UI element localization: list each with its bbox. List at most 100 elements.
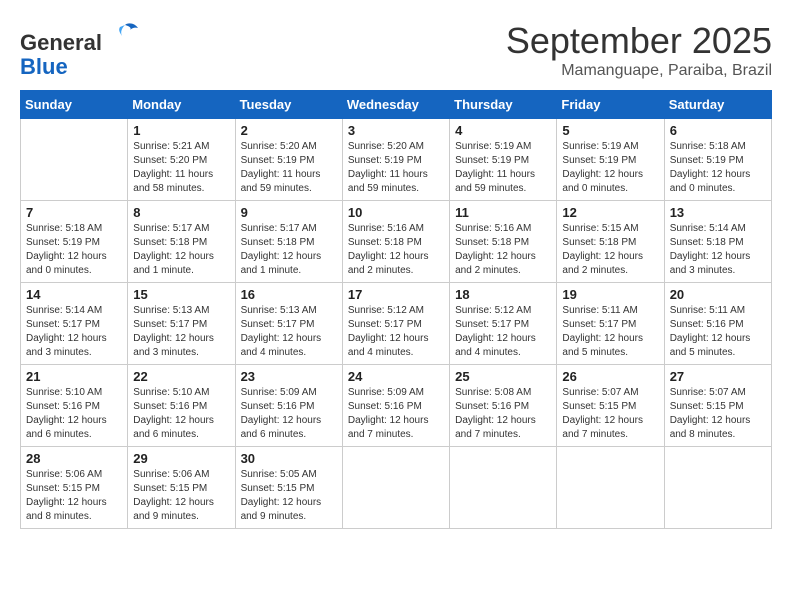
- logo-bird-icon: [110, 20, 140, 50]
- day-number: 11: [455, 205, 551, 220]
- calendar-week-4: 21 Sunrise: 5:10 AM Sunset: 5:16 PM Dayli…: [21, 365, 772, 447]
- day-number: 12: [562, 205, 658, 220]
- day-number: 19: [562, 287, 658, 302]
- day-number: 18: [455, 287, 551, 302]
- day-info: Sunrise: 5:07 AM Sunset: 5:15 PM Dayligh…: [670, 386, 766, 442]
- calendar-cell: 24 Sunrise: 5:09 AM Sunset: 5:16 PM Dayli…: [342, 365, 449, 447]
- calendar-cell: 11 Sunrise: 5:16 AM Sunset: 5:18 PM Dayli…: [450, 201, 557, 283]
- day-info: Sunrise: 5:21 AM Sunset: 5:20 PM Dayligh…: [133, 140, 229, 196]
- day-info: Sunrise: 5:20 AM Sunset: 5:19 PM Dayligh…: [348, 140, 444, 196]
- day-number: 6: [670, 123, 766, 138]
- day-number: 21: [26, 369, 122, 384]
- calendar-cell: 19 Sunrise: 5:11 AM Sunset: 5:17 PM Dayli…: [557, 283, 664, 365]
- day-number: 1: [133, 123, 229, 138]
- calendar-cell: 6Sunrise: 5:18 AM Sunset: 5:19 PM Daylig…: [664, 119, 771, 201]
- calendar-cell: 22 Sunrise: 5:10 AM Sunset: 5:16 PM Dayli…: [128, 365, 235, 447]
- day-info: Sunrise: 5:09 AM Sunset: 5:16 PM Dayligh…: [348, 386, 444, 442]
- calendar-cell: 30 Sunrise: 5:05 AM Sunset: 5:15 PM Dayli…: [235, 447, 342, 529]
- day-number: 9: [241, 205, 337, 220]
- calendar-cell: 26Sunrise: 5:07 AM Sunset: 5:15 PM Dayli…: [557, 365, 664, 447]
- calendar-cell: 15Sunrise: 5:13 AM Sunset: 5:17 PM Dayli…: [128, 283, 235, 365]
- day-number: 28: [26, 451, 122, 466]
- header-day-wednesday: Wednesday: [342, 91, 449, 119]
- day-info: Sunrise: 5:12 AM Sunset: 5:17 PM Dayligh…: [455, 304, 551, 360]
- calendar-cell: [450, 447, 557, 529]
- day-info: Sunrise: 5:15 AM Sunset: 5:18 PM Dayligh…: [562, 222, 658, 278]
- month-title: September 2025: [506, 20, 772, 62]
- calendar-cell: 10 Sunrise: 5:16 AM Sunset: 5:18 PM Dayli…: [342, 201, 449, 283]
- day-number: 23: [241, 369, 337, 384]
- day-number: 3: [348, 123, 444, 138]
- header-day-friday: Friday: [557, 91, 664, 119]
- location-subtitle: Mamanguape, Paraiba, Brazil: [506, 62, 772, 80]
- day-info: Sunrise: 5:10 AM Sunset: 5:16 PM Dayligh…: [133, 386, 229, 442]
- calendar-header: SundayMondayTuesdayWednesdayThursdayFrid…: [21, 91, 772, 119]
- calendar-cell: 8Sunrise: 5:17 AM Sunset: 5:18 PM Daylig…: [128, 201, 235, 283]
- page-header: General Blue September 2025 Mamanguape, …: [20, 20, 772, 80]
- calendar-cell: 20 Sunrise: 5:11 AM Sunset: 5:16 PM Dayli…: [664, 283, 771, 365]
- calendar-week-2: 7Sunrise: 5:18 AM Sunset: 5:19 PM Daylig…: [21, 201, 772, 283]
- day-info: Sunrise: 5:10 AM Sunset: 5:16 PM Dayligh…: [26, 386, 122, 442]
- calendar-cell: 4 Sunrise: 5:19 AM Sunset: 5:19 PM Daylig…: [450, 119, 557, 201]
- calendar-week-1: 1 Sunrise: 5:21 AM Sunset: 5:20 PM Daylig…: [21, 119, 772, 201]
- calendar-cell: 16 Sunrise: 5:13 AM Sunset: 5:17 PM Dayli…: [235, 283, 342, 365]
- calendar-week-5: 28 Sunrise: 5:06 AM Sunset: 5:15 PM Dayli…: [21, 447, 772, 529]
- calendar-cell: 29 Sunrise: 5:06 AM Sunset: 5:15 PM Dayli…: [128, 447, 235, 529]
- day-info: Sunrise: 5:16 AM Sunset: 5:18 PM Dayligh…: [348, 222, 444, 278]
- day-info: Sunrise: 5:17 AM Sunset: 5:18 PM Dayligh…: [133, 222, 229, 278]
- logo-blue-text: Blue: [20, 54, 68, 79]
- title-block: September 2025 Mamanguape, Paraiba, Braz…: [506, 20, 772, 80]
- day-info: Sunrise: 5:06 AM Sunset: 5:15 PM Dayligh…: [26, 468, 122, 524]
- day-info: Sunrise: 5:17 AM Sunset: 5:18 PM Dayligh…: [241, 222, 337, 278]
- day-info: Sunrise: 5:08 AM Sunset: 5:16 PM Dayligh…: [455, 386, 551, 442]
- day-number: 2: [241, 123, 337, 138]
- day-info: Sunrise: 5:19 AM Sunset: 5:19 PM Dayligh…: [562, 140, 658, 196]
- day-number: 20: [670, 287, 766, 302]
- day-info: Sunrise: 5:14 AM Sunset: 5:18 PM Dayligh…: [670, 222, 766, 278]
- calendar-cell: 23Sunrise: 5:09 AM Sunset: 5:16 PM Dayli…: [235, 365, 342, 447]
- calendar-cell: [342, 447, 449, 529]
- day-number: 15: [133, 287, 229, 302]
- day-number: 22: [133, 369, 229, 384]
- day-number: 16: [241, 287, 337, 302]
- calendar-cell: [664, 447, 771, 529]
- day-number: 4: [455, 123, 551, 138]
- day-number: 13: [670, 205, 766, 220]
- header-day-thursday: Thursday: [450, 91, 557, 119]
- day-number: 29: [133, 451, 229, 466]
- logo-general-text: General: [20, 30, 102, 55]
- day-number: 10: [348, 205, 444, 220]
- day-info: Sunrise: 5:13 AM Sunset: 5:17 PM Dayligh…: [241, 304, 337, 360]
- calendar-cell: 27 Sunrise: 5:07 AM Sunset: 5:15 PM Dayli…: [664, 365, 771, 447]
- day-number: 5: [562, 123, 658, 138]
- logo: General Blue: [20, 20, 140, 79]
- day-number: 30: [241, 451, 337, 466]
- calendar-cell: 13 Sunrise: 5:14 AM Sunset: 5:18 PM Dayli…: [664, 201, 771, 283]
- calendar-cell: 17 Sunrise: 5:12 AM Sunset: 5:17 PM Dayli…: [342, 283, 449, 365]
- calendar-cell: 9 Sunrise: 5:17 AM Sunset: 5:18 PM Daylig…: [235, 201, 342, 283]
- day-info: Sunrise: 5:05 AM Sunset: 5:15 PM Dayligh…: [241, 468, 337, 524]
- calendar-cell: 12 Sunrise: 5:15 AM Sunset: 5:18 PM Dayli…: [557, 201, 664, 283]
- day-info: Sunrise: 5:11 AM Sunset: 5:16 PM Dayligh…: [670, 304, 766, 360]
- header-day-monday: Monday: [128, 91, 235, 119]
- calendar-cell: 18 Sunrise: 5:12 AM Sunset: 5:17 PM Dayli…: [450, 283, 557, 365]
- day-number: 27: [670, 369, 766, 384]
- day-number: 17: [348, 287, 444, 302]
- calendar-cell: 5 Sunrise: 5:19 AM Sunset: 5:19 PM Daylig…: [557, 119, 664, 201]
- day-number: 24: [348, 369, 444, 384]
- day-number: 14: [26, 287, 122, 302]
- day-info: Sunrise: 5:16 AM Sunset: 5:18 PM Dayligh…: [455, 222, 551, 278]
- calendar-cell: [21, 119, 128, 201]
- calendar-cell: 1 Sunrise: 5:21 AM Sunset: 5:20 PM Daylig…: [128, 119, 235, 201]
- calendar-table: SundayMondayTuesdayWednesdayThursdayFrid…: [20, 90, 772, 529]
- day-info: Sunrise: 5:06 AM Sunset: 5:15 PM Dayligh…: [133, 468, 229, 524]
- calendar-cell: 7Sunrise: 5:18 AM Sunset: 5:19 PM Daylig…: [21, 201, 128, 283]
- day-info: Sunrise: 5:12 AM Sunset: 5:17 PM Dayligh…: [348, 304, 444, 360]
- day-info: Sunrise: 5:11 AM Sunset: 5:17 PM Dayligh…: [562, 304, 658, 360]
- day-info: Sunrise: 5:19 AM Sunset: 5:19 PM Dayligh…: [455, 140, 551, 196]
- calendar-cell: [557, 447, 664, 529]
- calendar-body: 1 Sunrise: 5:21 AM Sunset: 5:20 PM Daylig…: [21, 119, 772, 529]
- calendar-week-3: 14Sunrise: 5:14 AM Sunset: 5:17 PM Dayli…: [21, 283, 772, 365]
- day-number: 25: [455, 369, 551, 384]
- day-number: 7: [26, 205, 122, 220]
